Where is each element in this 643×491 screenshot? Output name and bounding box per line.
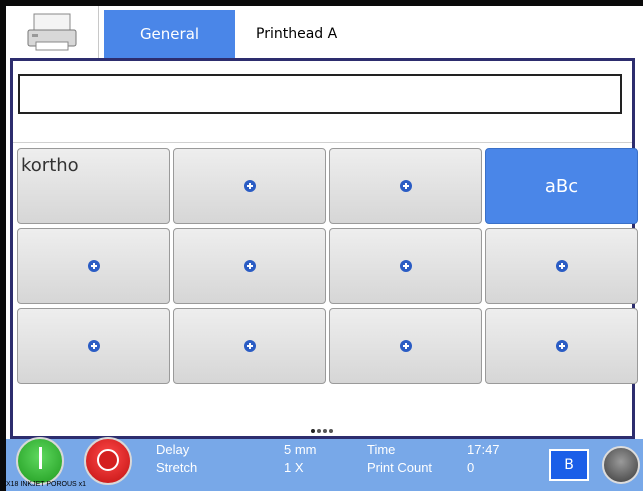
message-editor-panel: kortho aBc bbox=[10, 58, 638, 439]
start-print-button[interactable] bbox=[16, 437, 64, 485]
delay-label: Delay bbox=[156, 442, 190, 457]
status-bar: Delay 5 mm Stretch 1 X Time 17:47 Print … bbox=[6, 437, 643, 491]
plus-icon bbox=[399, 260, 412, 272]
field-key-grid: kortho aBc bbox=[17, 148, 640, 388]
stop-print-button[interactable] bbox=[84, 437, 132, 485]
add-field-button[interactable] bbox=[173, 308, 326, 384]
page-dot bbox=[329, 429, 333, 433]
page-dot bbox=[323, 429, 327, 433]
time-value: 17:47 bbox=[467, 442, 500, 457]
add-field-button[interactable] bbox=[329, 308, 482, 384]
tab-general[interactable]: General bbox=[104, 10, 235, 58]
add-field-button[interactable] bbox=[17, 228, 170, 304]
print-count-value: 0 bbox=[467, 460, 475, 475]
key-label: kortho bbox=[21, 155, 79, 176]
printer-icon bbox=[27, 13, 77, 51]
page-indicator[interactable] bbox=[311, 429, 333, 433]
status-indicator-light bbox=[602, 446, 640, 484]
add-field-button[interactable] bbox=[485, 228, 638, 304]
add-field-button[interactable] bbox=[329, 228, 482, 304]
printer-model-text: X18 INKJET POROUS x1 bbox=[6, 481, 87, 488]
page-dot bbox=[311, 429, 315, 433]
add-field-button[interactable] bbox=[173, 228, 326, 304]
plus-icon bbox=[555, 260, 568, 272]
add-field-button[interactable] bbox=[485, 308, 638, 384]
key-abc[interactable]: aBc bbox=[485, 148, 638, 224]
key-kortho[interactable]: kortho bbox=[17, 148, 170, 224]
plus-icon bbox=[243, 260, 256, 272]
plus-icon bbox=[399, 340, 412, 352]
plus-icon bbox=[243, 180, 256, 192]
message-text-field[interactable] bbox=[18, 74, 622, 114]
plus-icon bbox=[399, 180, 412, 192]
page-dot bbox=[317, 429, 321, 433]
message-editor-content: kortho aBc bbox=[13, 61, 638, 436]
plus-icon bbox=[87, 260, 100, 272]
plus-icon bbox=[87, 340, 100, 352]
top-tab-bar: General Printhead A bbox=[6, 6, 643, 58]
divider bbox=[13, 142, 632, 143]
app-window: General Printhead A kortho aBc Delay 5 m… bbox=[6, 6, 643, 491]
time-label: Time bbox=[367, 442, 396, 457]
stretch-label: Stretch bbox=[156, 460, 198, 475]
delay-value: 5 mm bbox=[284, 442, 317, 457]
add-field-button[interactable] bbox=[173, 148, 326, 224]
plus-icon bbox=[555, 340, 568, 352]
add-field-button[interactable] bbox=[329, 148, 482, 224]
tab-printhead-a[interactable]: Printhead A bbox=[256, 10, 337, 58]
stretch-value: 1 X bbox=[284, 460, 304, 475]
mode-b-button[interactable]: B bbox=[549, 449, 589, 481]
printer-tab[interactable] bbox=[6, 6, 99, 58]
print-count-label: Print Count bbox=[367, 460, 433, 475]
plus-icon bbox=[243, 340, 256, 352]
add-field-button[interactable] bbox=[17, 308, 170, 384]
